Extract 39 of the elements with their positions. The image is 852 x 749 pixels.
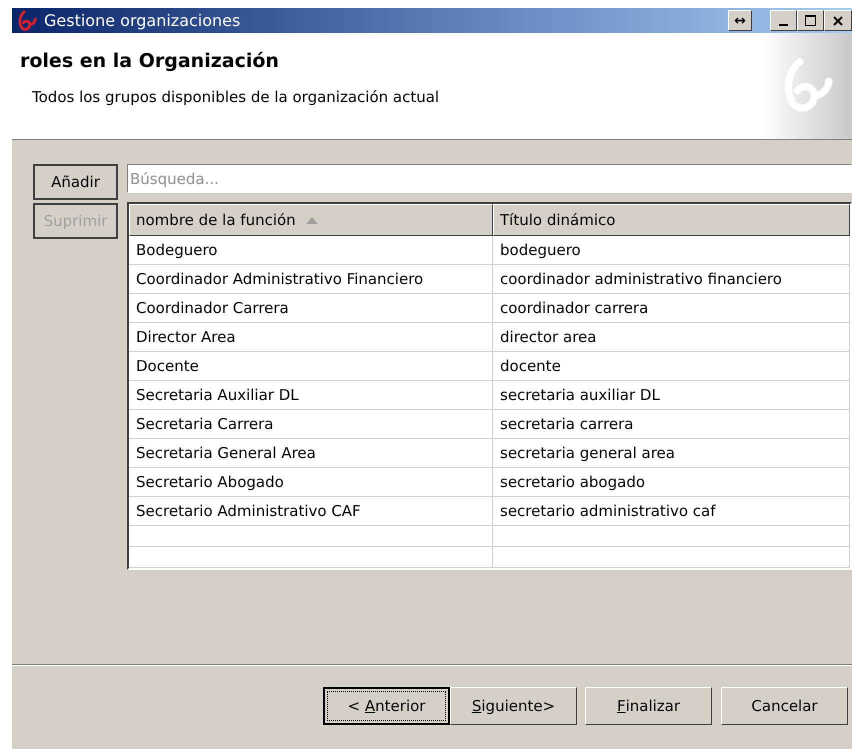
add-button[interactable]: Añadir [33,164,118,200]
close-button[interactable] [824,10,852,31]
column-header[interactable]: nombre de la función [129,204,493,236]
resize-button[interactable]: ↔ [728,10,752,31]
table-cell: Coordinador Administrativo Financiero [129,265,493,294]
table-cell: director area [493,323,850,352]
table-cell: secretaria carrera [493,410,850,439]
table-cell: Docente [129,352,493,381]
logo-icon [16,10,38,32]
table-cell: Secretario Administrativo CAF [129,497,493,526]
window-title: Gestione organizaciones [44,10,240,32]
table-cell: Director Area [129,323,493,352]
maximize-button[interactable] [797,10,824,31]
header-title: roles en la Organización [20,49,280,74]
table-cell: Secretaria Carrera [129,410,493,439]
table-cell: coordinador administrativo financiero [493,265,850,294]
minimize-icon [779,24,788,26]
close-icon [833,16,843,26]
table-cell: docente [493,352,850,381]
table-cell: secretaria general area [493,439,850,468]
maximize-icon [805,15,816,26]
table-cell: Secretaria General Area [129,439,493,468]
wizard-button[interactable]: Cancelar [721,687,848,725]
search-field[interactable]: Búsqueda... [127,164,852,193]
table-cell: coordinador carrera [493,294,850,323]
wizard-button[interactable]: Finalizar [585,687,712,725]
table-cell: Coordinador Carrera [129,294,493,323]
minimize-button[interactable] [770,10,797,31]
column-header[interactable]: Título dinámico [493,204,850,236]
header-subtitle: Todos los grupos disponibles de la organización actual [32,86,440,108]
table-cell: Secretario Abogado [129,468,493,497]
table-cell: secretario abogado [493,468,850,497]
table-cell: bodeguero [493,236,850,265]
table-cell: secretaria auxiliar DL [493,381,850,410]
table-cell: Bodeguero [129,236,493,265]
wizard-button[interactable]: Siguiente> [450,687,577,725]
table-cell: secretario administrativo caf [493,497,850,526]
table-cell: Secretaria Auxiliar DL [129,381,493,410]
wizard-button[interactable]: < Anterior [323,687,450,725]
